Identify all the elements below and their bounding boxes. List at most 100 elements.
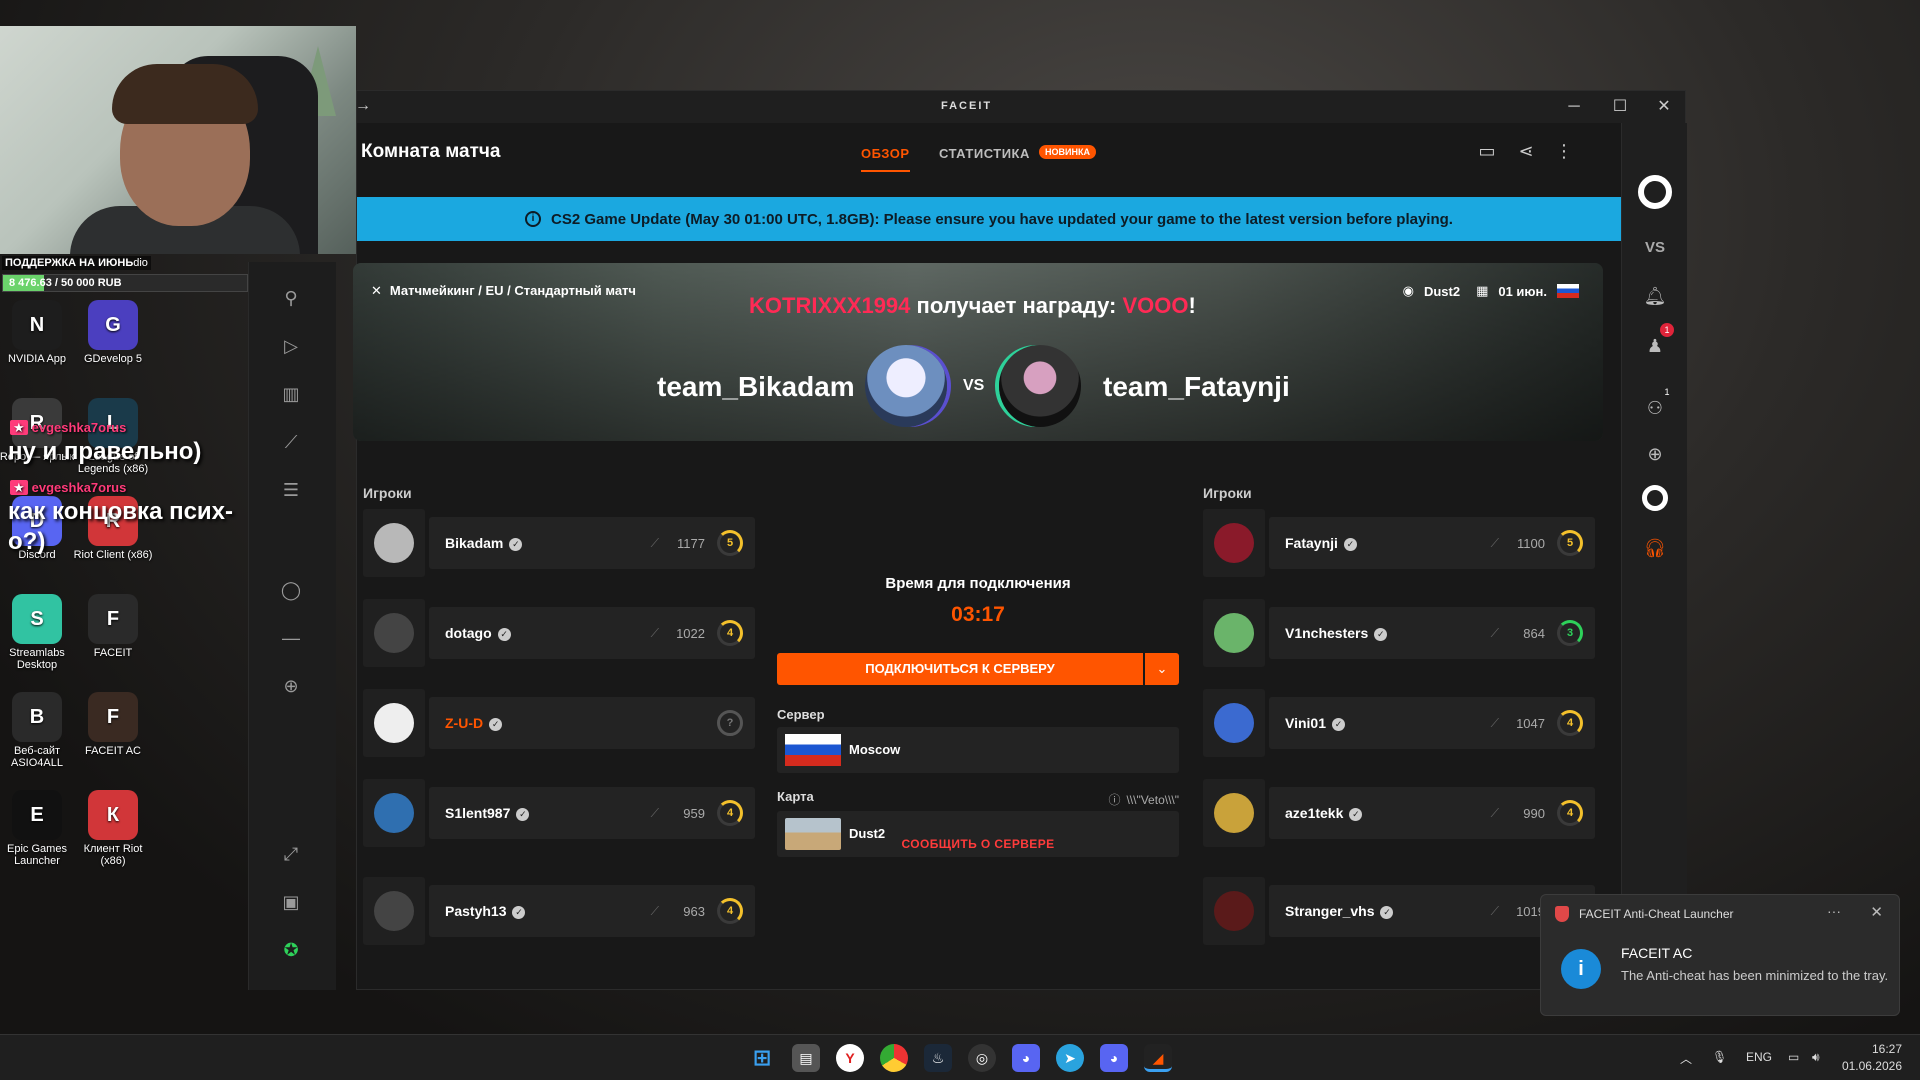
faceit-logo-icon[interactable]: [1638, 175, 1672, 209]
search-players-icon[interactable]: ⚲: [279, 286, 303, 310]
player-name[interactable]: Bikadam ✓: [445, 535, 523, 551]
player-name[interactable]: Z-U-D ✓: [445, 715, 503, 731]
player-name[interactable]: Stranger_vhs ✓: [1285, 903, 1394, 919]
player-avatar[interactable]: [1203, 877, 1265, 945]
player-name[interactable]: dotago ✓: [445, 625, 511, 641]
vs-rail-icon[interactable]: VS: [1642, 235, 1668, 261]
volume-icon[interactable]: 🔊︎: [1812, 1050, 1820, 1065]
player-avatar[interactable]: [363, 877, 425, 945]
player-row[interactable]: S1lent987 ✓ ⟋ 959 4: [363, 779, 755, 847]
report-server-link[interactable]: СООБЩИТЬ О СЕРВЕРЕ: [777, 837, 1179, 851]
steam-icon[interactable]: ♨: [924, 1044, 952, 1072]
player-avatar[interactable]: [1203, 689, 1265, 757]
player-name[interactable]: aze1tekk ✓: [1285, 805, 1363, 821]
list-icon[interactable]: ☰: [279, 478, 303, 502]
desktop-icon[interactable]: S Streamlabs Desktop: [0, 594, 80, 671]
minimize-icon[interactable]: ─: [1559, 97, 1589, 117]
toast-close-icon[interactable]: ✕: [1870, 903, 1883, 921]
store-icon[interactable]: ▣: [279, 890, 303, 914]
add-friend-icon[interactable]: ⊕: [1642, 441, 1668, 467]
faceit-taskbar-icon[interactable]: ◢: [1144, 1044, 1172, 1072]
status-online-icon[interactable]: ✪: [279, 938, 303, 962]
player-name[interactable]: Fataynji ✓: [1285, 535, 1357, 551]
minus-icon[interactable]: —: [279, 626, 303, 650]
desktop-icon[interactable]: N NVIDIA App: [0, 300, 80, 365]
more-options-icon[interactable]: ⋮: [1552, 141, 1576, 165]
microphone-icon[interactable]: 🎙︎: [1712, 1050, 1727, 1064]
telegram-icon[interactable]: ➤: [1056, 1044, 1084, 1072]
player-row[interactable]: dotago ✓ ⟋ 1022 4: [363, 599, 755, 667]
task-view-icon[interactable]: ▤: [792, 1044, 820, 1072]
toast-more-icon[interactable]: ···: [1827, 903, 1841, 919]
desktop-icon[interactable]: К Клиент Riot (x86): [70, 790, 156, 867]
obs-icon[interactable]: ◎: [968, 1044, 996, 1072]
player-avatar[interactable]: [1203, 509, 1265, 577]
collapse-arrow-icon[interactable]: →: [355, 97, 371, 115]
leaderboard-icon[interactable]: ▥: [279, 382, 303, 406]
user-avatar-icon[interactable]: [1642, 485, 1668, 511]
team1-avatar[interactable]: [865, 345, 947, 427]
team2-avatar[interactable]: [999, 345, 1081, 427]
maximize-icon[interactable]: ☐: [1605, 97, 1635, 117]
tab-overview[interactable]: ОБЗОР: [861, 146, 910, 172]
team1-name[interactable]: team_Bikadam: [657, 371, 855, 403]
player-row[interactable]: Stranger_vhs ✓ ⟋ 1019: [1203, 877, 1595, 945]
player-avatar[interactable]: [1203, 599, 1265, 667]
discord-ptb-icon[interactable]: ◕: [1100, 1044, 1128, 1072]
tab-statistics[interactable]: СТАТИСТИКА: [939, 146, 1030, 161]
windows-start-icon[interactable]: ⊞: [748, 1044, 776, 1072]
player-row[interactable]: Pastyh13 ✓ ⟋ 963 4: [363, 877, 755, 945]
player-card[interactable]: Bikadam ✓ ⟋ 1177 5: [429, 517, 755, 569]
player-row[interactable]: Z-U-D ✓?: [363, 689, 755, 757]
close-icon[interactable]: ✕: [1649, 97, 1679, 117]
expand-icon[interactable]: ⤢: [279, 842, 303, 866]
clock[interactable]: 16:27 01.06.2026: [1842, 1041, 1902, 1075]
player-row[interactable]: Fataynji ✓ ⟋ 1100 5: [1203, 509, 1595, 577]
player-card[interactable]: Pastyh13 ✓ ⟋ 963 4: [429, 885, 755, 937]
desktop-icon[interactable]: E Epic Games Launcher: [0, 790, 80, 867]
desktop-icon[interactable]: G GDevelop 5: [70, 300, 156, 365]
player-name[interactable]: Vini01 ✓: [1285, 715, 1345, 731]
player-name[interactable]: V1nchesters ✓: [1285, 625, 1388, 641]
notifications-bell-icon[interactable]: 🔔︎: [1642, 283, 1668, 309]
player-card[interactable]: Vini01 ✓ ⟋ 1047 4: [1269, 697, 1595, 749]
play-icon[interactable]: ▷: [279, 334, 303, 358]
player-card[interactable]: aze1tekk ✓ ⟋ 990 4: [1269, 787, 1595, 839]
desktop-icon[interactable]: F FACEIT AC: [70, 692, 156, 757]
player-avatar[interactable]: [363, 509, 425, 577]
friends-icon[interactable]: ♟: [1642, 333, 1668, 359]
desktop-icon[interactable]: В Веб-сайт ASIO4ALL: [0, 692, 80, 769]
discord-icon[interactable]: ◕: [1012, 1044, 1040, 1072]
player-name[interactable]: S1lent987 ✓: [445, 805, 530, 821]
yandex-browser-icon[interactable]: Y: [836, 1044, 864, 1072]
language-indicator[interactable]: ENG: [1746, 1050, 1772, 1064]
chat-icon[interactable]: ▭: [1475, 141, 1499, 165]
player-avatar[interactable]: [363, 689, 425, 757]
network-icon[interactable]: ▭: [1788, 1050, 1799, 1064]
player-card[interactable]: dotago ✓ ⟋ 1022 4: [429, 607, 755, 659]
add-icon[interactable]: ⊕: [279, 674, 303, 698]
player-avatar[interactable]: [1203, 779, 1265, 847]
connect-to-server-button[interactable]: ПОДКЛЮЧИТЬСЯ К СЕРВЕРУ: [777, 653, 1143, 685]
player-row[interactable]: Bikadam ✓ ⟋ 1177 5: [363, 509, 755, 577]
player-name[interactable]: Pastyh13 ✓: [445, 903, 526, 919]
player-row[interactable]: aze1tekk ✓ ⟋ 990 4: [1203, 779, 1595, 847]
desktop-icon[interactable]: F FACEIT: [70, 594, 156, 659]
player-card[interactable]: V1nchesters ✓ ⟋ 864 3: [1269, 607, 1595, 659]
player-avatar[interactable]: [363, 599, 425, 667]
voice-headset-icon[interactable]: 🎧︎: [1642, 535, 1668, 561]
player-avatar[interactable]: [363, 779, 425, 847]
player-card[interactable]: Fataynji ✓ ⟋ 1100 5: [1269, 517, 1595, 569]
share-icon[interactable]: ⋖: [1514, 141, 1538, 165]
connect-dropdown-chevron-icon[interactable]: ⌄: [1145, 653, 1179, 685]
team2-name[interactable]: team_Fataynji: [1103, 371, 1290, 403]
tray-expand-icon[interactable]: ︿: [1680, 1050, 1692, 1067]
close-crumb-icon[interactable]: ✕: [371, 283, 382, 298]
veto-info[interactable]: ⓘ \\\"Veto\\\": [1108, 791, 1179, 808]
stats-chart-icon[interactable]: ⟋: [279, 430, 303, 454]
club-icon[interactable]: ◯: [279, 578, 303, 602]
player-card[interactable]: Z-U-D ✓?: [429, 697, 755, 749]
player-row[interactable]: V1nchesters ✓ ⟋ 864 3: [1203, 599, 1595, 667]
player-card[interactable]: S1lent987 ✓ ⟋ 959 4: [429, 787, 755, 839]
player-row[interactable]: Vini01 ✓ ⟋ 1047 4: [1203, 689, 1595, 757]
